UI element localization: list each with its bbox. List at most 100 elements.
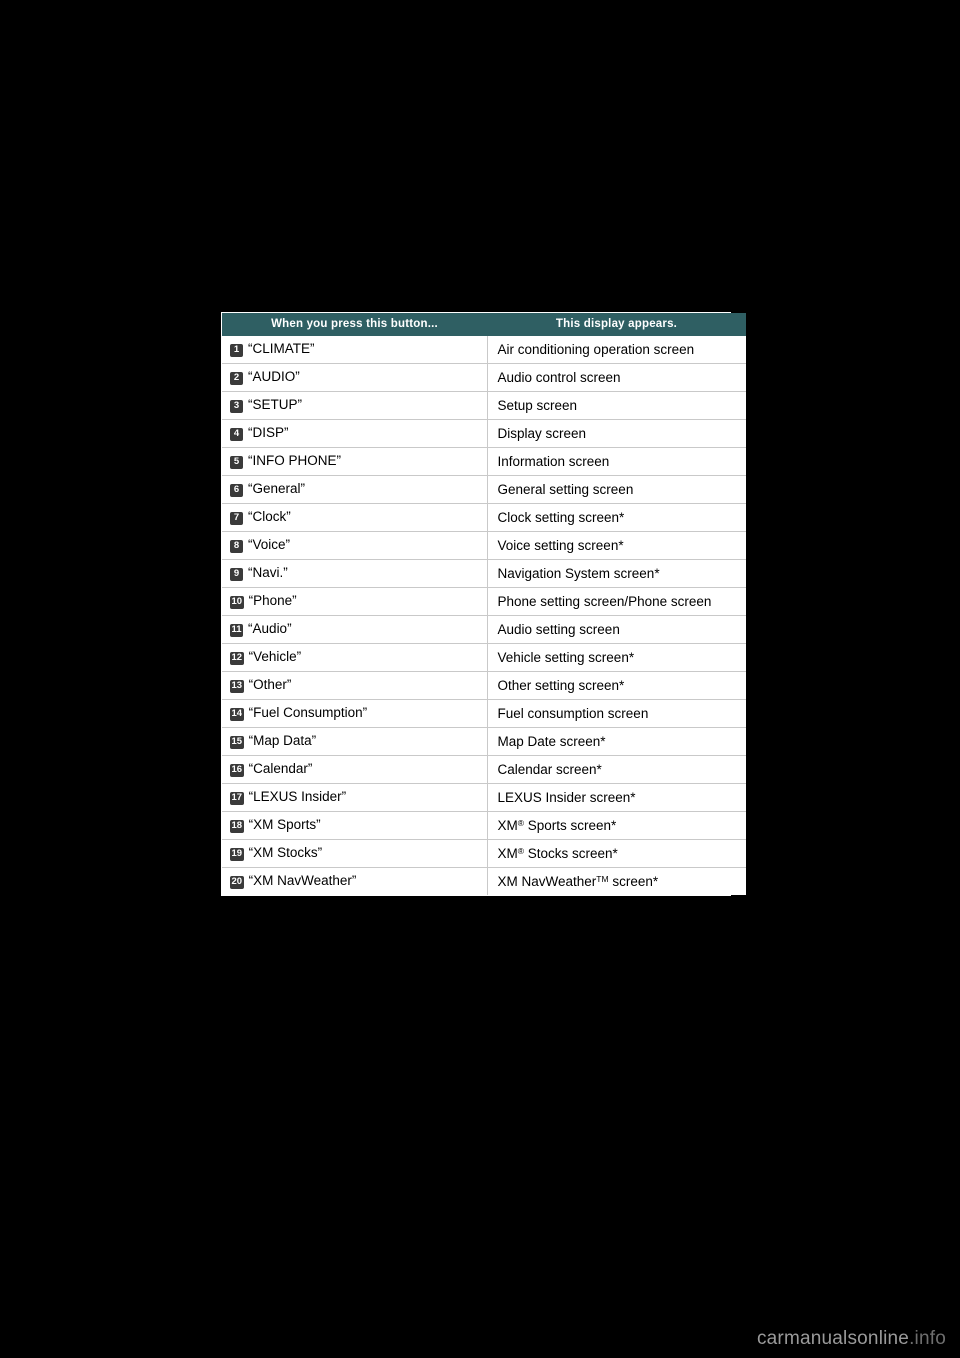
callout-number-badge: 2 <box>230 372 243 385</box>
display-cell: Information screen <box>487 447 746 476</box>
footer-watermark: carmanualsonline.info <box>757 1328 946 1350</box>
display-label: Map Date screen* <box>497 733 606 749</box>
display-cell: General setting screen <box>487 475 746 504</box>
display-cell: Audio setting screen <box>487 615 746 644</box>
display-cell: Phone setting screen/Phone screen <box>487 587 746 616</box>
button-label: “LEXUS Insider” <box>248 789 347 804</box>
display-cell: XM® Stocks screen* <box>487 839 746 868</box>
display-cell: Vehicle setting screen* <box>487 643 746 672</box>
display-label: Calendar screen* <box>497 761 602 777</box>
display-label-suffix: Stocks screen* <box>524 845 618 861</box>
callout-number-badge: 17 <box>230 792 244 805</box>
display-label: Audio setting screen <box>497 621 620 637</box>
callout-number-badge: 16 <box>230 764 244 777</box>
table-row: 3 “SETUP” Setup screen <box>222 391 746 420</box>
button-cell: 7 “Clock” <box>222 503 488 532</box>
button-label: “Map Data” <box>248 733 317 748</box>
display-label-suffix: Sports screen* <box>524 817 617 833</box>
callout-number-badge: 12 <box>230 652 244 665</box>
trademark-symbol: TM <box>596 873 609 884</box>
display-label: Other setting screen* <box>497 677 625 693</box>
table-row: 5 “INFO PHONE” Information screen <box>222 447 746 476</box>
callout-number-badge: 13 <box>230 680 244 693</box>
button-cell: 8 “Voice” <box>222 531 488 560</box>
button-label: “Phone” <box>248 593 297 608</box>
callout-number-badge: 9 <box>230 568 243 581</box>
button-label: “SETUP” <box>248 397 302 412</box>
column-header-display: This display appears. <box>487 313 746 336</box>
callout-number-badge: 14 <box>230 708 244 721</box>
table-row: 16 “Calendar” Calendar screen* <box>222 755 746 784</box>
display-label: Voice setting screen* <box>497 537 624 553</box>
button-cell: 17 “LEXUS Insider” <box>222 783 488 812</box>
button-cell: 6 “General” <box>222 475 488 504</box>
display-cell: Map Date screen* <box>487 727 746 756</box>
display-cell: Fuel consumption screen <box>487 699 746 728</box>
callout-number-badge: 19 <box>230 848 244 861</box>
callout-number-badge: 11 <box>230 624 244 637</box>
button-cell: 13 “Other” <box>222 671 488 700</box>
document-page: When you press this button... This displ… <box>0 0 960 1358</box>
table-row: 1 “CLIMATE” Air conditioning operation scr… <box>222 336 746 364</box>
button-cell: 16 “Calendar” <box>222 755 488 784</box>
display-label-suffix: screen* <box>608 873 659 889</box>
button-label: “General” <box>248 481 306 496</box>
callout-number-badge: 8 <box>230 540 243 553</box>
button-cell: 15 “Map Data” <box>222 727 488 756</box>
display-label: Display screen <box>497 425 587 441</box>
callout-number-badge: 1 <box>230 344 243 357</box>
callout-number-badge: 20 <box>230 876 244 889</box>
table-row: 18 “XM Sports” XM® Sports screen* <box>222 811 746 840</box>
button-label: “Calendar” <box>248 761 313 776</box>
display-cell: XM® Sports screen* <box>487 811 746 840</box>
table-row: 8 “Voice” Voice setting screen* <box>222 531 746 560</box>
display-label: Setup screen <box>497 397 578 413</box>
column-header-button: When you press this button... <box>222 313 487 336</box>
display-cell: Voice setting screen* <box>487 531 746 560</box>
display-cell: Air conditioning operation screen <box>487 336 746 364</box>
callout-number-badge: 18 <box>230 820 244 833</box>
button-label: “Voice” <box>248 537 291 552</box>
display-label: XM <box>497 845 518 861</box>
button-cell: 3 “SETUP” <box>222 391 488 420</box>
callout-number-badge: 6 <box>230 484 243 497</box>
callout-number-badge: 5 <box>230 456 243 469</box>
display-cell: Calendar screen* <box>487 755 746 784</box>
callout-number-badge: 7 <box>230 512 243 525</box>
display-label: LEXUS Insider screen* <box>497 789 636 805</box>
button-cell: 11 “Audio” <box>222 615 488 644</box>
callout-number-badge: 10 <box>230 596 244 609</box>
reference-table: When you press this button... This displ… <box>222 313 746 895</box>
display-label: General setting screen <box>497 481 634 497</box>
button-cell: 1 “CLIMATE” <box>222 336 488 364</box>
display-cell: XM NavWeatherTM screen* <box>487 867 746 895</box>
button-cell: 19 “XM Stocks” <box>222 839 488 868</box>
display-cell: Navigation System screen* <box>487 559 746 588</box>
button-cell: 14 “Fuel Consumption” <box>222 699 488 728</box>
button-label: “Fuel Consumption” <box>248 705 368 720</box>
button-label: “Other” <box>248 677 292 692</box>
display-cell: Other setting screen* <box>487 671 746 700</box>
button-label: “CLIMATE” <box>248 341 315 356</box>
button-label: “Navi.” <box>248 565 288 580</box>
table-row: 4 “DISP” Display screen <box>222 419 746 448</box>
display-label: Phone setting screen/Phone screen <box>497 593 712 609</box>
display-cell: Audio control screen <box>487 363 746 392</box>
display-label: Information screen <box>497 453 610 469</box>
display-cell: Setup screen <box>487 391 746 420</box>
display-label: Audio control screen <box>497 369 621 385</box>
button-label: “Clock” <box>248 509 291 524</box>
button-label: “XM NavWeather” <box>248 873 357 888</box>
display-label: Air conditioning operation screen <box>497 341 695 357</box>
table-row: 19 “XM Stocks” XM® Stocks screen* <box>222 839 746 868</box>
display-cell: Clock setting screen* <box>487 503 746 532</box>
table-row: 13 “Other” Other setting screen* <box>222 671 746 700</box>
table-header-row: When you press this button... This displ… <box>222 313 746 336</box>
table-row: 17 “LEXUS Insider” LEXUS Insider screen* <box>222 783 746 812</box>
button-cell: 9 “Navi.” <box>222 559 488 588</box>
button-cell: 20 “XM NavWeather” <box>222 867 488 895</box>
button-label: “INFO PHONE” <box>248 453 341 468</box>
table-row: 2 “AUDIO” Audio control screen <box>222 363 746 392</box>
button-cell: 18 “XM Sports” <box>222 811 488 840</box>
table-row: 15 “Map Data” Map Date screen* <box>222 727 746 756</box>
